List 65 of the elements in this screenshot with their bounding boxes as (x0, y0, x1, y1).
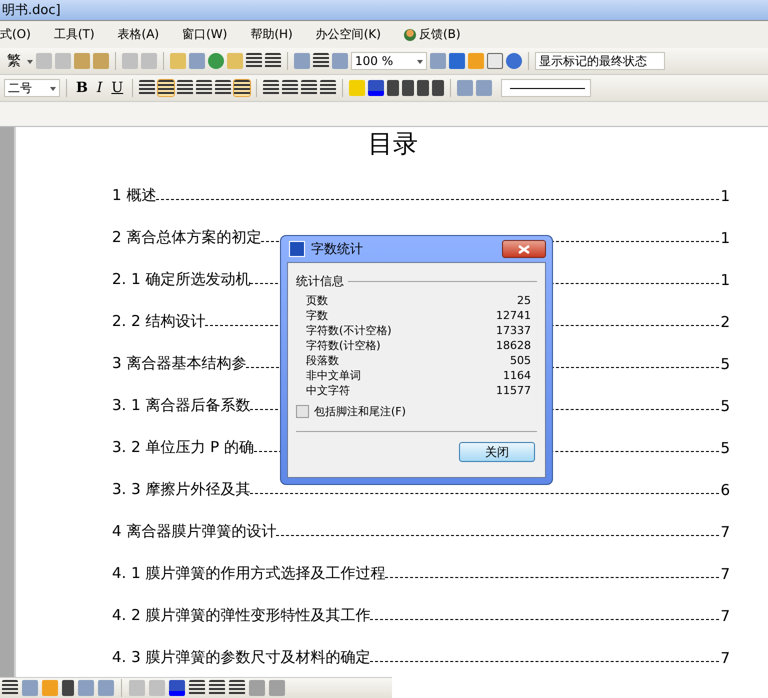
stat-label: 非中文单词 (306, 368, 361, 383)
toc-page-number: 1 (719, 229, 730, 247)
close-button[interactable] (502, 240, 546, 258)
stat-value: 12741 (496, 308, 531, 323)
menu-item[interactable]: 式(O) (0, 26, 31, 43)
stat-label: 字符数(不计空格) (306, 323, 392, 338)
footnotes-checkbox[interactable] (296, 405, 309, 418)
document-title: 目录 (367, 129, 419, 160)
toc-entry: 4. 1 膜片弹簧的作用方式选择及工作过程 (112, 564, 386, 583)
stat-label: 页数 (306, 293, 328, 308)
toc-entry: 3. 2 单位压力 P 的确 (112, 438, 254, 457)
stat-label: 字符数(计空格) (306, 338, 381, 353)
font-size-value: 二号 (8, 80, 32, 96)
toc-page-number: 6 (719, 481, 730, 499)
toc-entry: 1 概述 (112, 186, 156, 205)
toc-page-number: 1 (719, 187, 730, 205)
close-dialog-button[interactable]: 关闭 (459, 442, 535, 462)
toc-page-number: 1 (719, 271, 730, 289)
toc-entry: 2. 1 确定所选发动机 (112, 270, 250, 289)
italic-button[interactable]: I (94, 80, 106, 96)
zoom-combo[interactable]: 100 % (351, 52, 427, 70)
stat-label: 字数 (306, 308, 328, 323)
font-size-combo[interactable]: 二号 (4, 79, 60, 97)
toc-page-number: 7 (719, 649, 730, 667)
stat-value: 25 (517, 293, 531, 308)
toc-entry: 3. 1 离合器后备系数 (112, 396, 250, 415)
toc-page-number: 2 (719, 313, 730, 331)
toc-entry: 4. 3 膜片弹簧的参数尺寸及材料的确定 (112, 648, 370, 667)
stat-value: 1164 (503, 368, 531, 383)
menu-item[interactable]: 帮助(H) (250, 26, 293, 43)
stat-label: 中文字符 (306, 383, 350, 398)
toc-page-number: 7 (719, 565, 730, 583)
window-title: 明书.doc] (1, 2, 61, 19)
menu-item[interactable]: 窗口(W) (182, 26, 228, 43)
menu-item[interactable]: 办公空间(K) (316, 26, 381, 43)
toc-page-number: 5 (719, 355, 730, 373)
close-icon (518, 244, 530, 254)
toc-entry: 2. 2 结构设计 (112, 312, 206, 331)
zoom-value: 100 % (355, 54, 394, 68)
group-label: 统计信息 (296, 273, 344, 290)
toc-page-number: 5 (719, 439, 730, 457)
stat-value: 11577 (496, 383, 531, 398)
toc-page-number: 7 (719, 607, 730, 625)
toc-entry: 4. 2 膜片弹簧的弹性变形特性及其工作 (112, 606, 370, 625)
stat-value: 17337 (496, 323, 531, 338)
traditional-chinese-button[interactable]: 繁 (4, 52, 24, 70)
stat-label: 段落数 (306, 353, 339, 368)
menu-item[interactable]: 反馈(B) (404, 26, 461, 43)
toc-entry: 4 离合器膜片弹簧的设计 (112, 522, 276, 541)
toc-entry: 3. 3 摩擦片外径及其 (112, 480, 250, 499)
bold-button[interactable]: B (73, 80, 91, 96)
menu-item[interactable]: 工具(T) (54, 26, 95, 43)
toc-page-number: 5 (719, 397, 730, 415)
toc-entry: 3 离合器基本结构参 (112, 354, 246, 373)
underline-button[interactable]: U (108, 80, 126, 96)
stat-value: 505 (510, 353, 531, 368)
markup-mode-combo[interactable]: 显示标记的最终状态 (535, 52, 665, 70)
toc-page-number: 7 (719, 523, 730, 541)
markup-mode-value: 显示标记的最终状态 (539, 52, 647, 70)
checkbox-label: 包括脚注和尾注(F) (314, 404, 406, 419)
dialog-title: 字数统计 (311, 241, 364, 258)
toc-entry: 2 离合总体方案的初定 (112, 228, 262, 247)
line-style-combo[interactable] (501, 79, 592, 97)
stat-value: 18628 (496, 338, 531, 353)
menu-item[interactable]: 表格(A) (118, 26, 160, 43)
